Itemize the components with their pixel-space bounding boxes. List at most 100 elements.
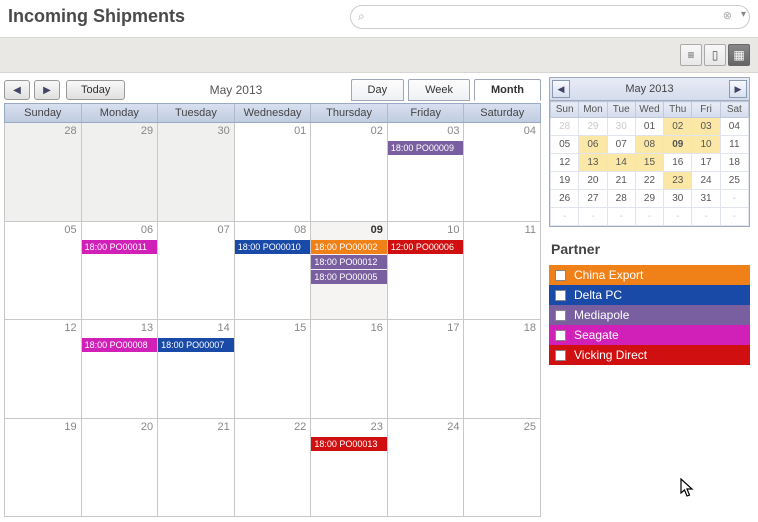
- mini-calendar-cell[interactable]: 13: [579, 154, 607, 172]
- calendar-cell[interactable]: 21: [158, 419, 235, 517]
- mini-calendar-cell[interactable]: 15: [635, 154, 663, 172]
- mini-calendar-cell[interactable]: 02: [664, 118, 692, 136]
- mini-calendar-cell[interactable]: 08: [635, 136, 663, 154]
- calendar-cell[interactable]: 1012:00 PO00006: [388, 222, 465, 320]
- mini-calendar-cell[interactable]: 30: [607, 118, 635, 136]
- mini-calendar-cell[interactable]: 09: [664, 136, 692, 154]
- calendar-cell[interactable]: 15: [235, 320, 312, 418]
- mini-calendar-cell[interactable]: 06: [579, 136, 607, 154]
- prev-period-button[interactable]: ◀: [4, 80, 30, 100]
- mini-calendar-cell[interactable]: 17: [692, 154, 720, 172]
- calendar-cell[interactable]: 1318:00 PO00008: [82, 320, 159, 418]
- partner-item[interactable]: Vicking Direct: [549, 345, 750, 365]
- partner-checkbox[interactable]: [555, 330, 566, 341]
- calendar-cell[interactable]: 19: [5, 419, 82, 517]
- calendar-event[interactable]: 18:00 PO00013: [311, 437, 387, 451]
- tab-month[interactable]: Month: [474, 79, 541, 101]
- mini-calendar-cell[interactable]: 03: [692, 118, 720, 136]
- tab-day[interactable]: Day: [351, 79, 405, 101]
- calendar-cell[interactable]: 0818:00 PO00010: [235, 222, 312, 320]
- calendar-cell[interactable]: 11: [464, 222, 541, 320]
- mini-calendar-cell[interactable]: 05: [551, 136, 579, 154]
- mini-calendar-cell[interactable]: 30: [664, 190, 692, 208]
- calendar-cell[interactable]: 25: [464, 419, 541, 517]
- next-period-button[interactable]: ▶: [34, 80, 60, 100]
- mini-calendar-cell[interactable]: 18: [720, 154, 748, 172]
- mini-calendar-cell[interactable]: 24: [692, 172, 720, 190]
- calendar-cell[interactable]: 04: [464, 123, 541, 221]
- mini-calendar-cell[interactable]: -: [720, 190, 748, 208]
- mini-calendar-cell[interactable]: 27: [579, 190, 607, 208]
- calendar-cell[interactable]: 02: [311, 123, 388, 221]
- mini-calendar-cell[interactable]: 28: [551, 118, 579, 136]
- calendar-cell[interactable]: 28: [5, 123, 82, 221]
- calendar-event[interactable]: 18:00 PO00007: [158, 338, 234, 352]
- calendar-event[interactable]: 18:00 PO00005: [311, 270, 387, 284]
- calendar-cell[interactable]: 01: [235, 123, 312, 221]
- mini-calendar-cell[interactable]: 29: [579, 118, 607, 136]
- partner-item[interactable]: Delta PC: [549, 285, 750, 305]
- mini-calendar-cell[interactable]: 20: [579, 172, 607, 190]
- today-button[interactable]: Today: [66, 80, 125, 100]
- calendar-cell[interactable]: 12: [5, 320, 82, 418]
- mini-calendar-cell[interactable]: -: [664, 208, 692, 226]
- calendar-cell[interactable]: 17: [388, 320, 465, 418]
- calendar-cell[interactable]: 0618:00 PO00011: [82, 222, 159, 320]
- mini-calendar-cell[interactable]: 07: [607, 136, 635, 154]
- mini-calendar-cell[interactable]: 28: [607, 190, 635, 208]
- calendar-event[interactable]: 18:00 PO00002: [311, 240, 387, 254]
- mini-calendar-cell[interactable]: 29: [635, 190, 663, 208]
- partner-checkbox[interactable]: [555, 290, 566, 301]
- partner-checkbox[interactable]: [555, 350, 566, 361]
- calendar-event[interactable]: 18:00 PO00009: [388, 141, 464, 155]
- calendar-event[interactable]: 12:00 PO00006: [388, 240, 464, 254]
- list-view-button[interactable]: ≡: [680, 44, 702, 66]
- calendar-event[interactable]: 18:00 PO00008: [82, 338, 158, 352]
- tab-week[interactable]: Week: [408, 79, 470, 101]
- mini-calendar-cell[interactable]: 10: [692, 136, 720, 154]
- calendar-view-button[interactable]: ▦: [728, 44, 750, 66]
- partner-checkbox[interactable]: [555, 310, 566, 321]
- calendar-cell[interactable]: 0918:00 PO0000218:00 PO0001218:00 PO0000…: [311, 222, 388, 320]
- search-input[interactable]: [350, 5, 750, 29]
- mini-calendar-cell[interactable]: 04: [720, 118, 748, 136]
- calendar-cell[interactable]: 07: [158, 222, 235, 320]
- mini-calendar-cell[interactable]: 23: [664, 172, 692, 190]
- mini-calendar-cell[interactable]: 19: [551, 172, 579, 190]
- calendar-cell[interactable]: 24: [388, 419, 465, 517]
- calendar-cell[interactable]: 18: [464, 320, 541, 418]
- mini-calendar-cell[interactable]: -: [635, 208, 663, 226]
- mini-calendar-cell[interactable]: 16: [664, 154, 692, 172]
- clear-search-icon[interactable]: ⊗: [723, 9, 732, 22]
- calendar-cell[interactable]: 20: [82, 419, 159, 517]
- mini-calendar-cell[interactable]: -: [692, 208, 720, 226]
- mini-calendar-cell[interactable]: 11: [720, 136, 748, 154]
- mini-calendar-cell[interactable]: 01: [635, 118, 663, 136]
- mini-calendar-cell[interactable]: -: [720, 208, 748, 226]
- mini-calendar-cell[interactable]: -: [551, 208, 579, 226]
- partner-item[interactable]: Mediapole: [549, 305, 750, 325]
- mini-prev-button[interactable]: ◀: [552, 80, 570, 98]
- search-dropdown-icon[interactable]: ▾: [741, 9, 746, 20]
- calendar-event[interactable]: 18:00 PO00012: [311, 255, 387, 269]
- mini-calendar-cell[interactable]: 21: [607, 172, 635, 190]
- calendar-cell[interactable]: 29: [82, 123, 159, 221]
- calendar-event[interactable]: 18:00 PO00011: [82, 240, 158, 254]
- calendar-cell[interactable]: 1418:00 PO00007: [158, 320, 235, 418]
- calendar-cell[interactable]: 22: [235, 419, 312, 517]
- mini-next-button[interactable]: ▶: [729, 80, 747, 98]
- mini-calendar-cell[interactable]: -: [579, 208, 607, 226]
- mini-calendar-cell[interactable]: 25: [720, 172, 748, 190]
- calendar-cell[interactable]: 0318:00 PO00009: [388, 123, 465, 221]
- calendar-cell[interactable]: 05: [5, 222, 82, 320]
- calendar-cell[interactable]: 16: [311, 320, 388, 418]
- partner-item[interactable]: Seagate: [549, 325, 750, 345]
- mini-calendar-cell[interactable]: 14: [607, 154, 635, 172]
- mini-calendar-cell[interactable]: 26: [551, 190, 579, 208]
- mini-calendar-cell[interactable]: 22: [635, 172, 663, 190]
- kanban-view-button[interactable]: ▯: [704, 44, 726, 66]
- mini-calendar-cell[interactable]: 31: [692, 190, 720, 208]
- partner-item[interactable]: China Export: [549, 265, 750, 285]
- partner-checkbox[interactable]: [555, 270, 566, 281]
- mini-calendar-cell[interactable]: -: [607, 208, 635, 226]
